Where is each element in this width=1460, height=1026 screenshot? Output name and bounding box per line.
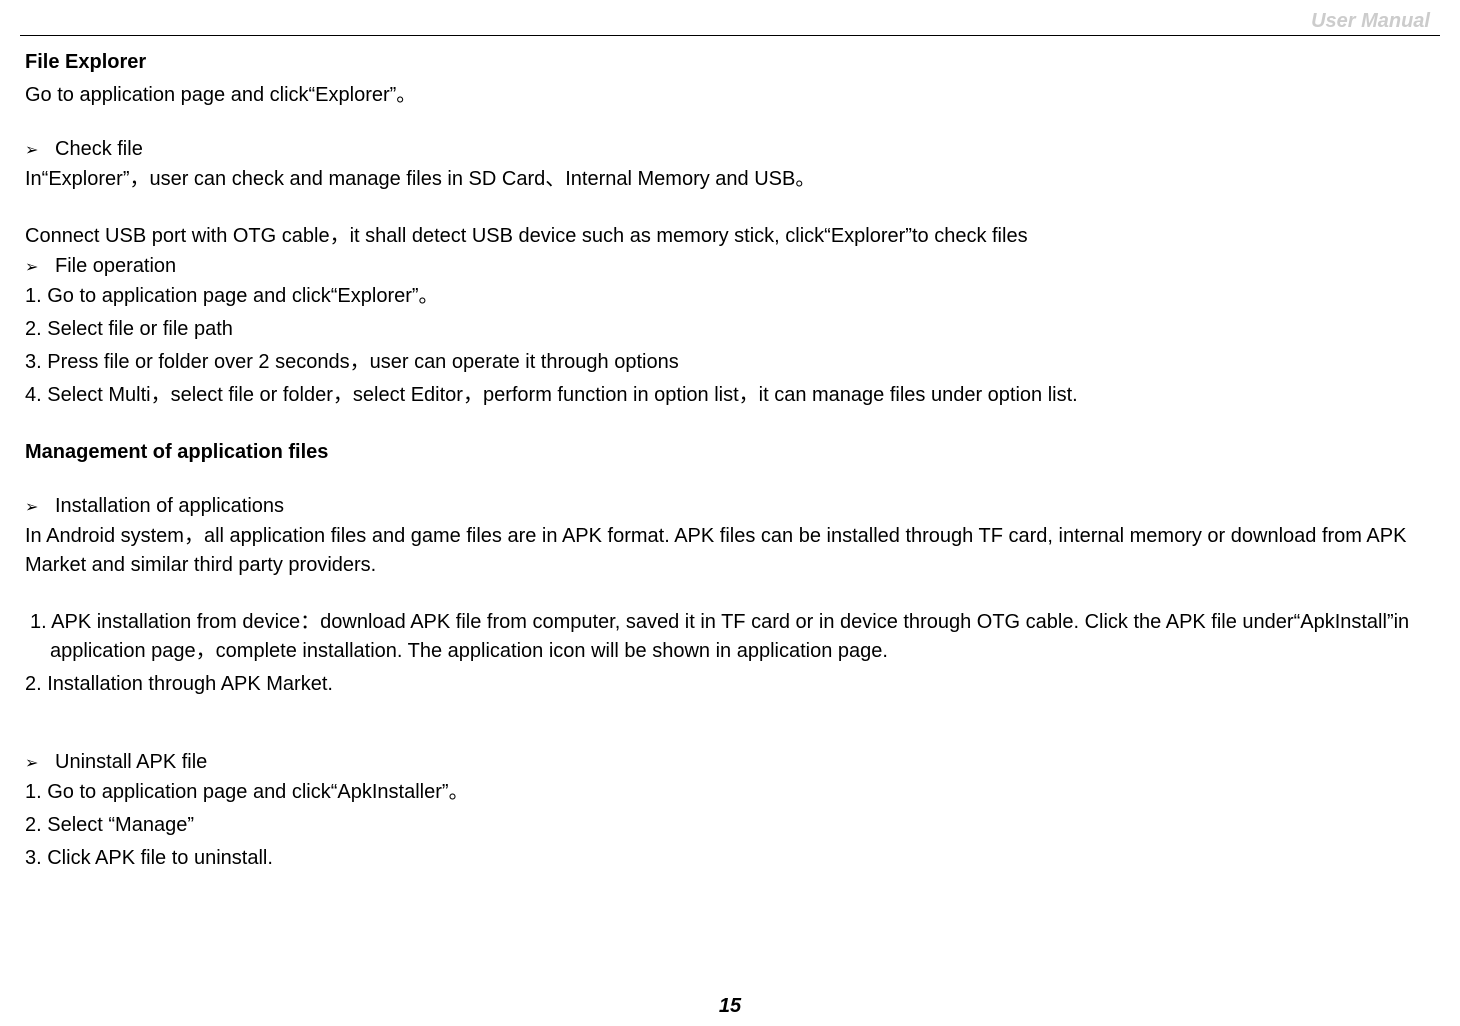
page-number: 15: [719, 995, 741, 1018]
header-rule: [20, 35, 1440, 36]
bullet-installation: ➢ Installation of applications: [25, 495, 1435, 518]
step-text: 4. Select Multi，select file or folder，se…: [25, 381, 1435, 410]
header-right-text: User Manual: [20, 10, 1440, 33]
desc-text: In Android system，all application files …: [25, 522, 1435, 580]
bullet-text: Uninstall APK file: [55, 751, 207, 774]
arrow-icon: ➢: [25, 497, 55, 517]
step-text: 1. Go to application page and click“Expl…: [25, 282, 1435, 311]
step-text: 2. Select file or file path: [25, 315, 1435, 344]
desc-text: In“Explorer”，user can check and manage f…: [25, 165, 1435, 194]
step-text: 2. Select “Manage”: [25, 811, 1435, 840]
step-text: 2. Installation through APK Market.: [25, 670, 1435, 699]
bullet-text: Installation of applications: [55, 495, 284, 518]
arrow-icon: ➢: [25, 257, 55, 277]
arrow-icon: ➢: [25, 753, 55, 773]
bullet-text: Check file: [55, 138, 143, 161]
bullet-uninstall: ➢ Uninstall APK file: [25, 751, 1435, 774]
intro-text: Go to application page and click“Explore…: [25, 81, 1435, 110]
bullet-check-file: ➢ Check file: [25, 138, 1435, 161]
step-text: 1. Go to application page and click“ApkI…: [25, 778, 1435, 807]
arrow-icon: ➢: [25, 140, 55, 160]
step-text: 3. Click APK file to uninstall.: [25, 844, 1435, 873]
step-text: 3. Press file or folder over 2 seconds，u…: [25, 348, 1435, 377]
section-title-management: Management of application files: [25, 438, 1435, 467]
step-text: 1. APK installation from device：download…: [25, 608, 1435, 666]
bullet-text: File operation: [55, 255, 176, 278]
document-content: File Explorer Go to application page and…: [20, 48, 1440, 873]
desc-text: Connect USB port with OTG cable，it shall…: [25, 222, 1435, 251]
section-title-file-explorer: File Explorer: [25, 48, 1435, 77]
bullet-file-operation: ➢ File operation: [25, 255, 1435, 278]
